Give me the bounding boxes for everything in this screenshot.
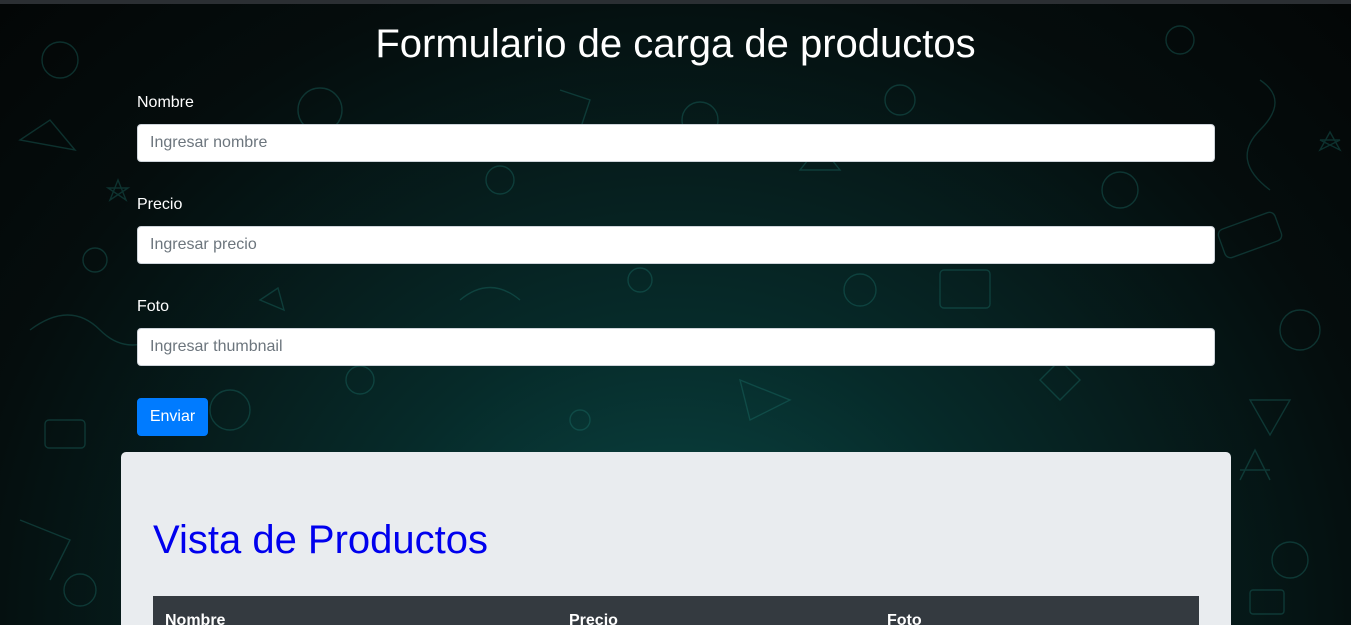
- precio-label: Precio: [137, 196, 183, 213]
- products-panel: Vista de Productos Nombre Precio Foto: [121, 452, 1231, 625]
- nombre-input[interactable]: [137, 124, 1215, 162]
- page-title: Formulario de carga de productos: [375, 22, 976, 66]
- nombre-label: Nombre: [137, 94, 194, 111]
- products-table-header: Nombre Precio Foto: [153, 596, 1199, 625]
- precio-input[interactable]: [137, 226, 1215, 264]
- foto-input[interactable]: [137, 328, 1215, 366]
- products-title: Vista de Productos: [153, 518, 489, 562]
- column-header-precio: Precio: [569, 612, 618, 625]
- column-header-nombre: Nombre: [165, 612, 226, 625]
- foto-label: Foto: [137, 298, 170, 315]
- enviar-button[interactable]: Enviar: [137, 398, 208, 436]
- column-header-foto: Foto: [887, 612, 922, 625]
